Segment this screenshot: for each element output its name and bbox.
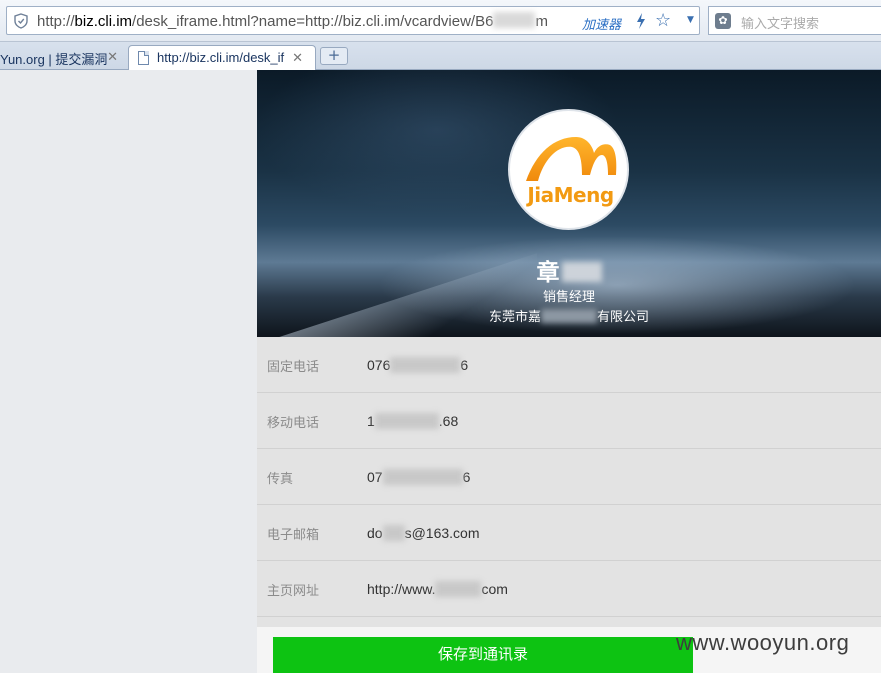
shield-icon (14, 13, 28, 29)
company-name: 东莞市嘉 有限公司 (488, 309, 650, 325)
lightning-icon[interactable] (635, 12, 647, 30)
field-value[interactable]: 07 6 (367, 469, 470, 485)
field-value[interactable]: 076 6 (367, 357, 468, 373)
redacted-blur (561, 262, 602, 282)
search-box[interactable]: ✿ 输入文字搜索 (708, 6, 881, 35)
search-engine-icon[interactable]: ✿ (715, 13, 731, 29)
field-row-website: 主页网址 http://www. com (257, 561, 881, 617)
field-row-fax: 传真 07 6 (257, 449, 881, 505)
redacted-blur (541, 309, 597, 323)
watermark-text: www.wooyun.org (676, 630, 850, 655)
accelerator-button[interactable]: 加速器 (582, 14, 621, 33)
redacted-blur (382, 469, 463, 485)
field-value[interactable]: do s@163.com (367, 525, 480, 541)
tab-wooyun[interactable]: Yun.org | 提交漏洞 ✕ (0, 45, 124, 70)
close-icon[interactable]: ✕ (107, 49, 118, 65)
close-icon[interactable]: ✕ (292, 50, 303, 66)
search-placeholder: 输入文字搜索 (741, 17, 820, 32)
field-row-email: 电子邮箱 do s@163.com (257, 505, 881, 561)
field-label: 传真 (267, 472, 294, 487)
contact-fields: 固定电话 076 6 移动电话 1.68 传真 07 6 电子邮箱 do s@163.… (257, 337, 881, 617)
field-label: 移动电话 (267, 416, 320, 431)
redacted-blur (382, 525, 405, 541)
field-label: 固定电话 (267, 360, 320, 375)
new-tab-button[interactable]: + (320, 47, 348, 65)
logo-text: JiaMeng (527, 183, 614, 207)
vcard: JiaMeng 章 销售经理 东莞市嘉 有限公司 固定电话 076 6 移动电话 1… (257, 70, 881, 673)
redacted-blur (435, 581, 482, 597)
company-logo: JiaMeng (508, 109, 629, 230)
field-value[interactable]: http://www. com (367, 581, 508, 597)
field-row-phone: 固定电话 076 6 (257, 337, 881, 393)
page-content: JiaMeng 章 销售经理 东莞市嘉 有限公司 固定电话 076 6 移动电话 1… (0, 70, 881, 673)
dropdown-arrow-icon[interactable]: ▼ (687, 15, 694, 25)
job-title: 销售经理 (542, 290, 595, 305)
header-banner: JiaMeng 章 销售经理 东莞市嘉 有限公司 (257, 70, 881, 337)
save-to-contacts-button[interactable]: 保存到通讯录 (273, 637, 693, 673)
tab-current[interactable]: http://biz.cli.im/desk_if ✕ (128, 45, 316, 70)
field-value[interactable]: 1.68 (367, 413, 458, 429)
address-bar: http://biz.cli.im/desk_iframe.html?name=… (0, 0, 881, 42)
field-row-mobile: 移动电话 1.68 (257, 393, 881, 449)
redacted-blur (493, 12, 536, 28)
star-icon[interactable]: ☆ (655, 10, 671, 31)
redacted-blur (374, 413, 439, 429)
tab-title: Yun.org | 提交漏洞 (0, 52, 108, 67)
tab-title: http://biz.cli.im/desk_if (157, 50, 285, 65)
contact-name: 章 (257, 253, 881, 287)
url-input[interactable]: http://biz.cli.im/desk_iframe.html?name=… (6, 6, 700, 35)
logo-wing-icon (526, 137, 617, 182)
tab-strip: Yun.org | 提交漏洞 ✕ http://biz.cli.im/desk_… (0, 42, 881, 70)
field-label: 电子邮箱 (267, 528, 320, 543)
page-icon (138, 51, 149, 65)
url-text: http://biz.cli.im/desk_iframe.html?name=… (37, 12, 548, 30)
redacted-blur (390, 357, 461, 373)
field-label: 主页网址 (267, 584, 320, 599)
